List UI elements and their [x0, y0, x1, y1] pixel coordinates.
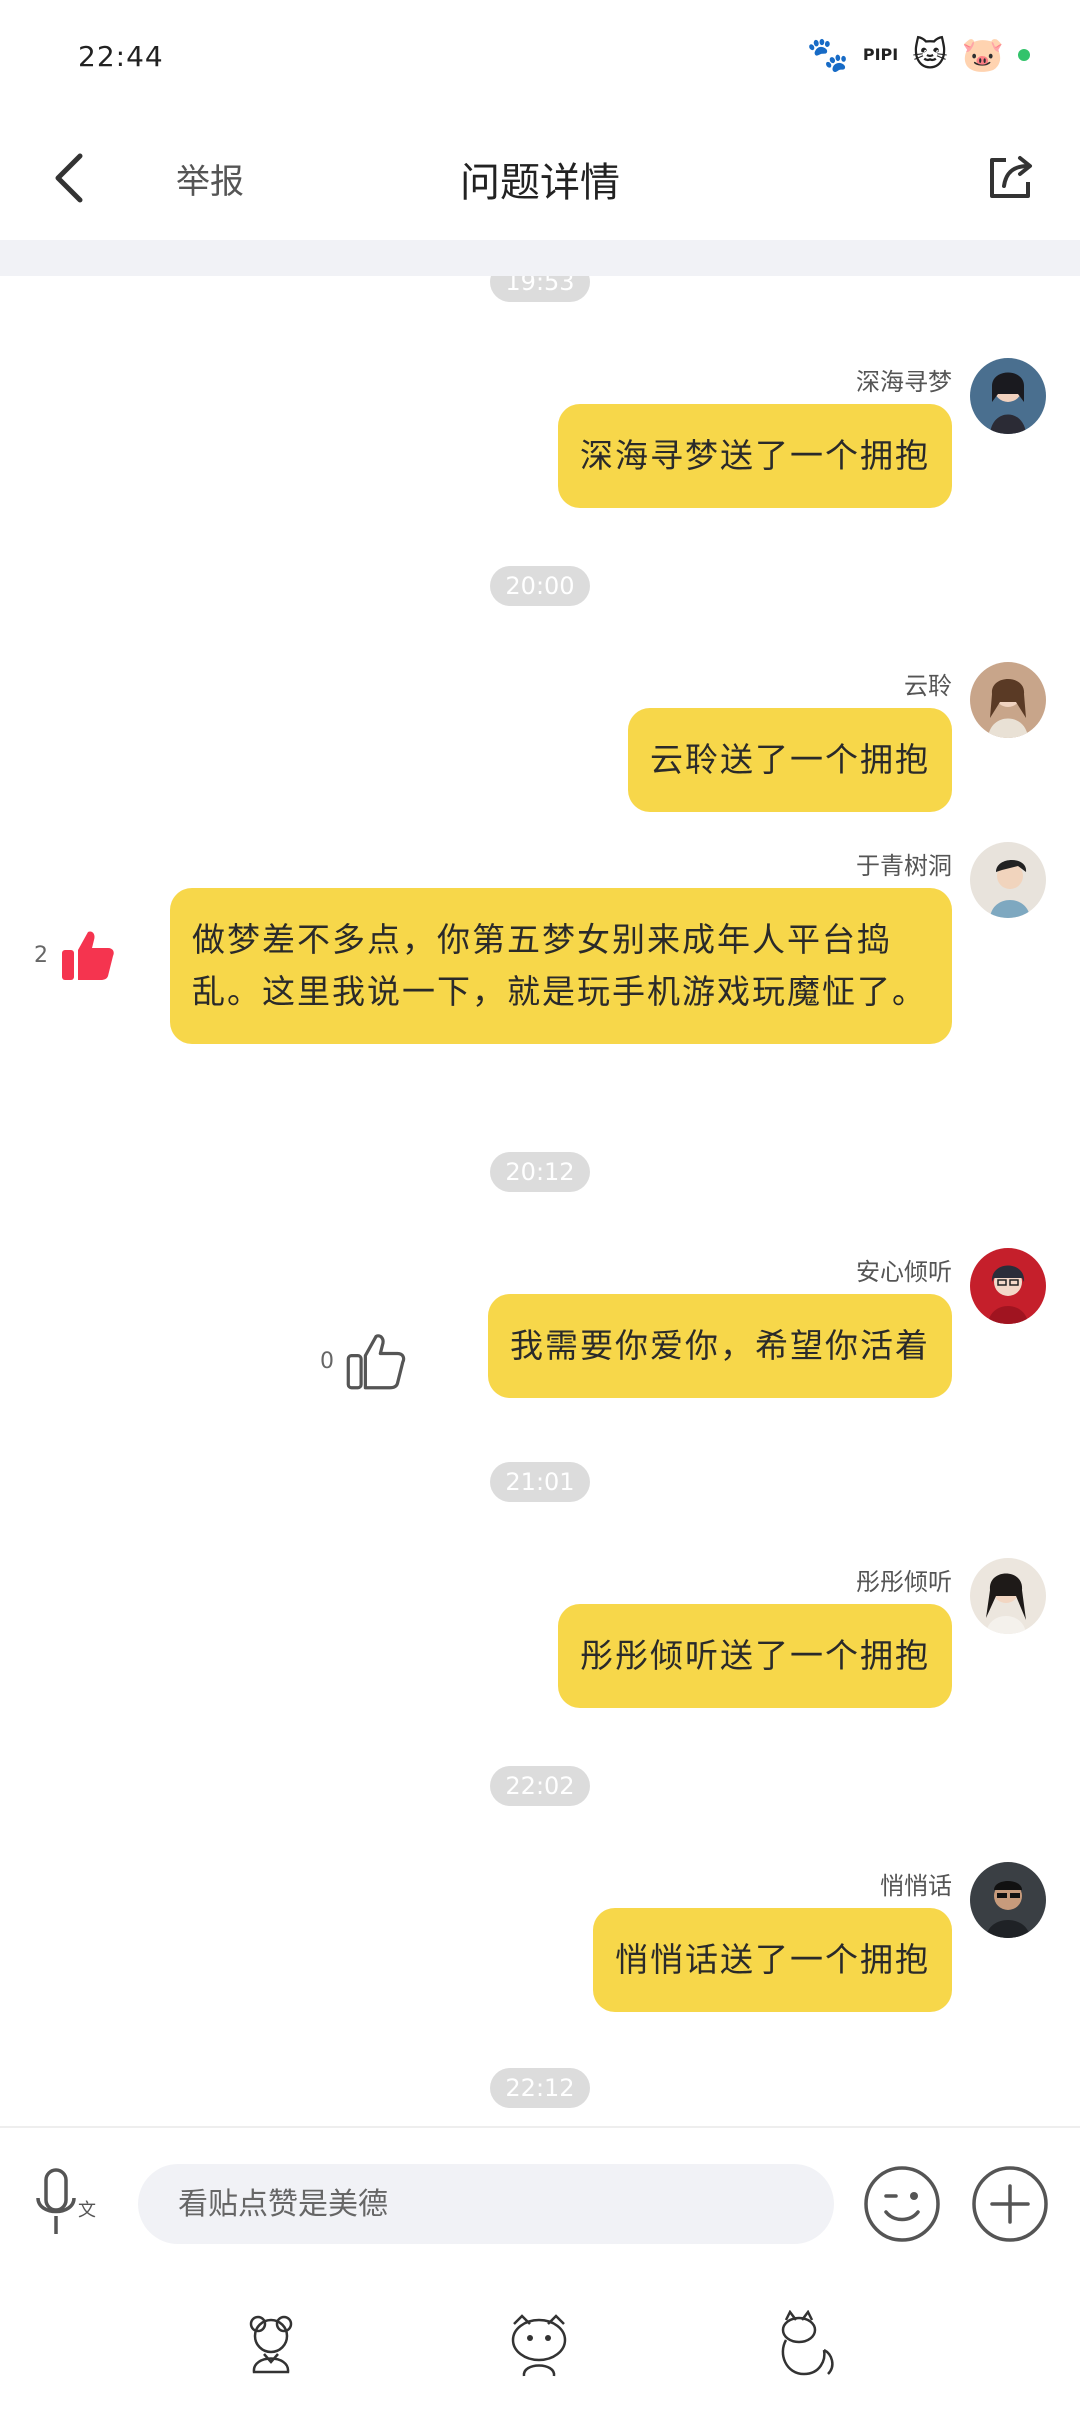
nav-cat-button[interactable]	[772, 2309, 842, 2380]
like-count: 0	[320, 1348, 334, 1374]
message-sender: 深海寻梦	[856, 368, 952, 396]
time-separator: 20:00	[490, 566, 590, 606]
message-sender: 彤彤倾听	[856, 1568, 952, 1596]
time-separator: 21:01	[490, 1462, 590, 1502]
microphone-icon: 文	[36, 2168, 96, 2234]
avatar[interactable]	[970, 358, 1046, 434]
pig-icon: 🐷	[961, 35, 1004, 75]
thumbs-up-outline-icon	[346, 1334, 406, 1390]
paw-icon: 🐾	[806, 35, 849, 75]
message-sender: 安心倾听	[856, 1258, 952, 1286]
nav-tiger-button[interactable]	[504, 2310, 574, 2380]
time-separator: 22:12	[490, 2068, 590, 2108]
avatar[interactable]	[970, 842, 1046, 918]
status-bar: 22:44 🐾 PIPI 🐱 🐷	[0, 0, 1080, 120]
cat-icon	[781, 2309, 834, 2376]
message-bubble[interactable]: 我需要你爱你，希望你活着	[488, 1294, 952, 1398]
avatar[interactable]	[970, 1862, 1046, 1938]
avatar[interactable]	[970, 662, 1046, 738]
input-bar: 文	[0, 2126, 1080, 2276]
bear-icon	[249, 2315, 293, 2374]
header: 举报 问题详情	[0, 120, 1080, 240]
online-dot-icon	[1018, 49, 1030, 61]
avatar[interactable]	[970, 1248, 1046, 1324]
message-bubble[interactable]: 做梦差不多点，你第五梦女别来成年人平台捣乱。这里我说一下，就是玩手机游戏玩魔怔了…	[170, 888, 952, 1044]
like-button[interactable]: 2	[34, 926, 116, 984]
time-separator: 19:53	[490, 276, 590, 302]
svg-text:文: 文	[78, 2200, 96, 2221]
message-bubble[interactable]: 云聆送了一个拥抱	[628, 708, 952, 812]
message-sender: 云聆	[904, 672, 952, 700]
plus-circle-icon	[972, 2166, 1048, 2242]
chat-area[interactable]: 19:53 深海寻梦 深海寻梦送了一个拥抱 20:00 云聆 云聆送了一个拥抱 …	[0, 276, 1080, 2126]
bottom-nav	[0, 2276, 1080, 2412]
share-icon	[990, 156, 1032, 198]
message-bubble[interactable]: 深海寻梦送了一个拥抱	[558, 404, 952, 508]
message-bubble[interactable]: 彤彤倾听送了一个拥抱	[558, 1604, 952, 1708]
page-title: 问题详情	[460, 160, 620, 206]
thumbs-up-filled-icon	[62, 931, 114, 980]
avatar[interactable]	[970, 1558, 1046, 1634]
tiger-icon	[511, 2314, 567, 2377]
voice-input-button[interactable]: 文	[30, 2164, 104, 2244]
message-bubble[interactable]: 悄悄话送了一个拥抱	[593, 1908, 952, 2012]
emoji-icon	[864, 2166, 940, 2242]
like-button[interactable]: 0	[320, 1330, 406, 1392]
time-separator: 20:12	[490, 1152, 590, 1192]
nav-bear-button[interactable]	[236, 2310, 306, 2380]
message-sender: 于青树洞	[856, 852, 952, 880]
cat-icon: 🐱	[912, 35, 948, 75]
status-time: 22:44	[78, 40, 164, 73]
message-sender: 悄悄话	[880, 1872, 952, 1900]
pipi-icon: PIPI	[862, 45, 899, 64]
header-divider	[0, 240, 1080, 276]
time-separator: 22:02	[490, 1766, 590, 1806]
add-button[interactable]	[970, 2164, 1050, 2244]
like-count: 2	[34, 942, 48, 968]
message-input[interactable]	[138, 2164, 834, 2244]
status-icons: 🐾 PIPI 🐱 🐷	[806, 35, 1030, 75]
emoji-button[interactable]	[862, 2164, 942, 2244]
share-button[interactable]	[978, 146, 1042, 210]
